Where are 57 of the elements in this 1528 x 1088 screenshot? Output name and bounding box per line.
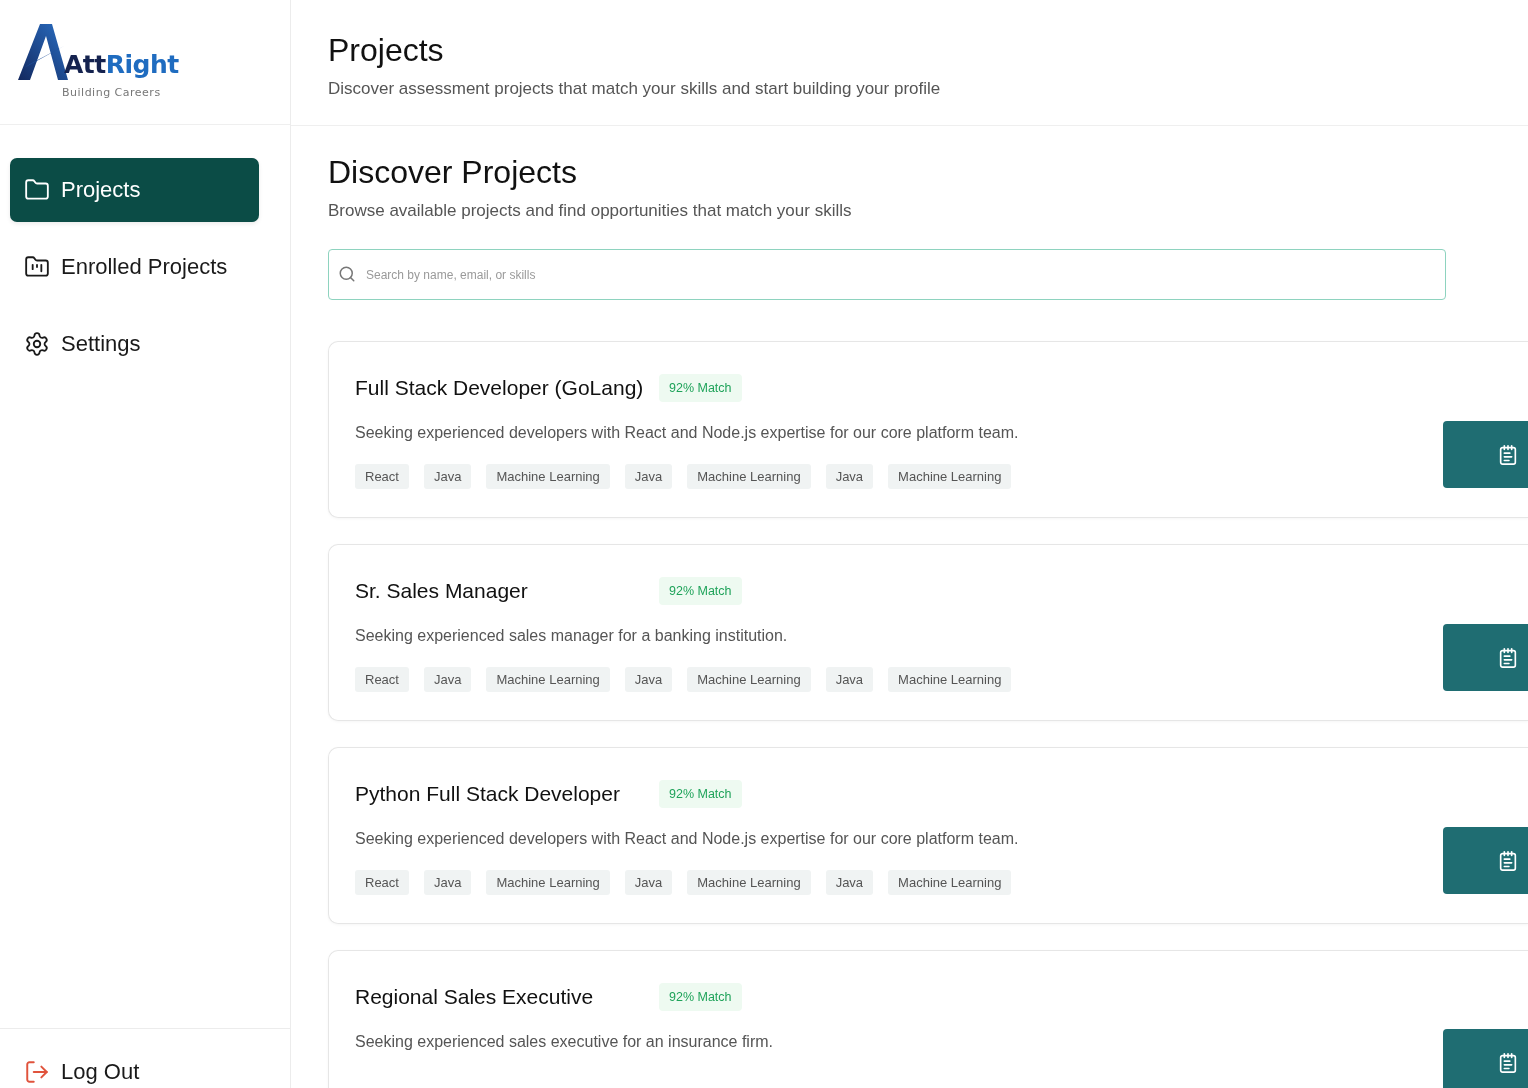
project-title: Sr. Sales Manager — [355, 578, 529, 604]
skill-tag: Java — [624, 667, 673, 692]
skill-tag: Machine Learning — [687, 870, 811, 895]
notepad-icon — [1497, 646, 1519, 669]
skill-tag: Java — [423, 464, 472, 489]
project-description: Seeking experienced sales manager for a banking institution. — [355, 626, 789, 646]
assessment-button[interactable] — [1443, 421, 1528, 488]
skill-tag: Java — [825, 667, 874, 692]
skill-tag: Java — [423, 870, 472, 895]
project-title: Regional Sales Executive — [355, 984, 595, 1010]
logout-button[interactable]: Log Out — [24, 1059, 140, 1085]
page-subtitle: Discover assessment projects that match your skills and start building your profile — [328, 78, 942, 100]
notepad-icon — [1497, 849, 1519, 872]
skill-tag: React — [355, 870, 409, 895]
logout-icon — [24, 1059, 50, 1085]
section-title: Discover Projects — [328, 153, 578, 191]
notepad-icon — [1497, 443, 1519, 466]
nav-item[interactable]: Enrolled Projects — [10, 235, 259, 299]
project-description: Seeking experienced sales executive for an insurance firm. — [355, 1032, 774, 1052]
logo-tagline: Building Careers — [62, 86, 162, 99]
skill-tag: Java — [624, 870, 673, 895]
skill-tag: Machine Learning — [486, 464, 610, 489]
skill-tag: Machine Learning — [687, 464, 811, 489]
folder-icon — [24, 177, 50, 203]
match-badge: 92% Match — [659, 577, 742, 605]
project-title: Python Full Stack Developer — [355, 781, 621, 807]
skill-tag: Machine Learning — [486, 667, 610, 692]
skill-tag: React — [355, 464, 409, 489]
match-badge: 92% Match — [659, 780, 742, 808]
match-badge: 92% Match — [659, 374, 742, 402]
assessment-button[interactable] — [1443, 827, 1528, 894]
nav-item[interactable]: Settings — [10, 312, 259, 376]
project-title: Full Stack Developer (GoLang) — [355, 375, 645, 401]
skill-tag: Java — [825, 870, 874, 895]
skill-tag: Java — [825, 464, 874, 489]
assessment-button[interactable] — [1443, 624, 1528, 691]
skill-tag: Machine Learning — [687, 667, 811, 692]
skill-tag: React — [355, 667, 409, 692]
page-title: Projects — [328, 31, 445, 69]
skill-tag: Machine Learning — [888, 667, 1012, 692]
folder-chart-icon — [24, 254, 50, 280]
match-badge: 92% Match — [659, 983, 742, 1011]
search-icon — [338, 265, 356, 283]
skill-tag: Machine Learning — [486, 870, 610, 895]
skill-tag: Machine Learning — [888, 464, 1012, 489]
assessment-button[interactable] — [1443, 1029, 1528, 1088]
skill-tag: Java — [423, 667, 472, 692]
skill-tag: Machine Learning — [888, 870, 1012, 895]
search-field[interactable]: Search by name, email, or skills — [328, 249, 1446, 300]
project-description: Seeking experienced developers with React and Node.js expertise for our core platform team. — [355, 423, 1020, 443]
notepad-icon — [1497, 1051, 1519, 1074]
nav-item[interactable]: Projects — [10, 158, 259, 222]
section-subtitle: Browse available projects and find opportunities that match your skills — [328, 200, 853, 222]
settings-icon — [24, 331, 50, 357]
project-description: Seeking experienced developers with React and Node.js expertise for our core platform team. — [355, 829, 1020, 849]
logo-wordmark: AttRight — [64, 50, 179, 80]
skill-tag: Java — [624, 464, 673, 489]
